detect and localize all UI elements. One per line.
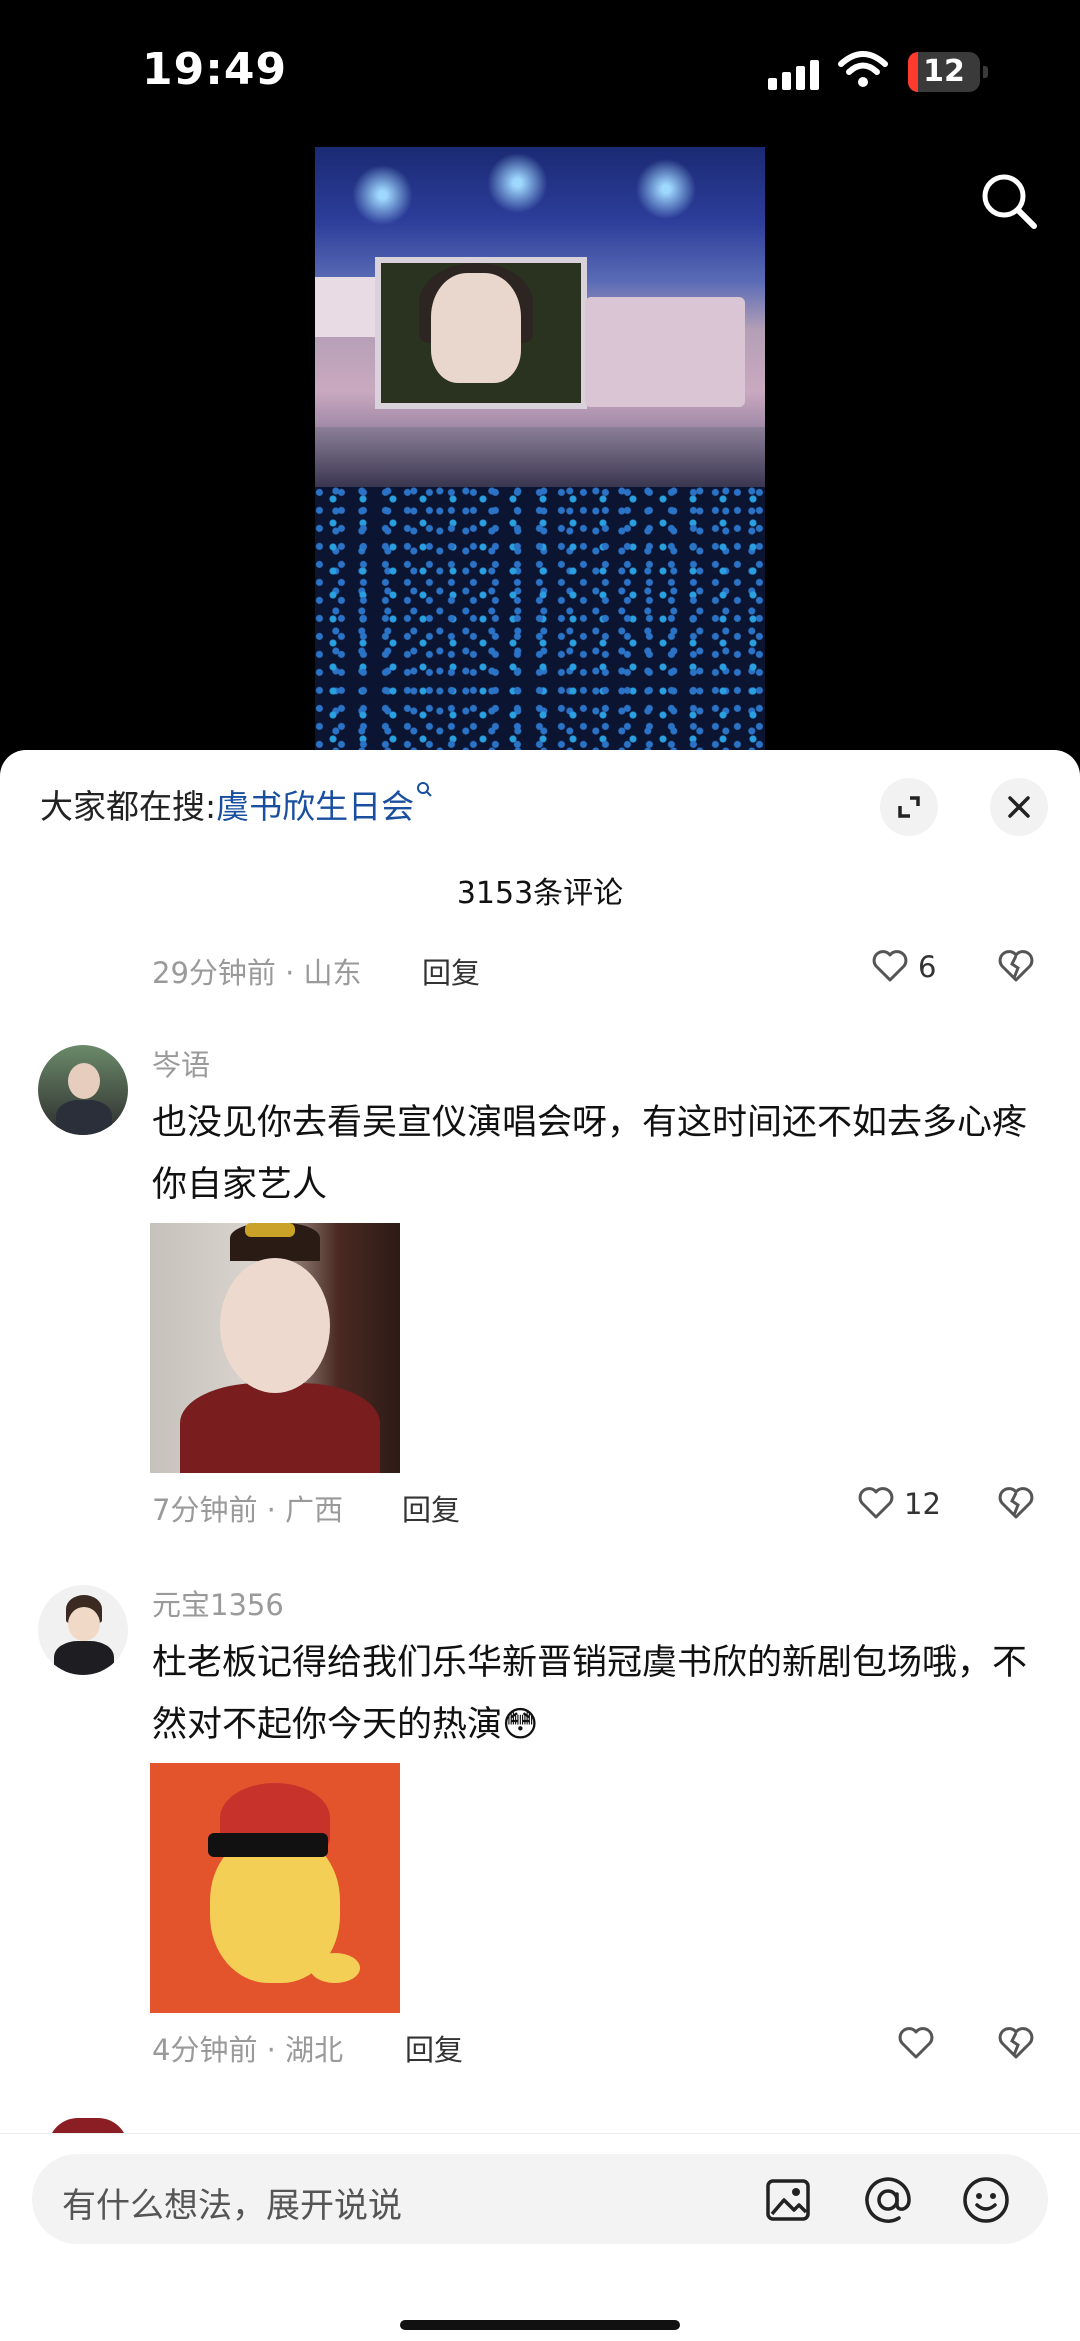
trending-search-prefix: 大家都在搜: — [40, 787, 217, 826]
heart-icon[interactable] — [896, 2023, 936, 2063]
reply-button[interactable]: 回复 — [422, 950, 480, 992]
emoji-icon[interactable] — [960, 2174, 1012, 2226]
comment-text: 也没见你去看吴宣仪演唱会呀，有这时间还不如去多心疼你自家艺人 — [152, 1103, 1028, 1205]
comment-meta: 4分钟前 · 湖北 — [152, 2033, 344, 2067]
heart-icon[interactable] — [856, 1483, 896, 1523]
broken-heart-icon[interactable] — [996, 1483, 1036, 1523]
comment-meta: 29分钟前 · 山东 — [152, 956, 362, 990]
expand-icon — [898, 796, 920, 818]
close-button[interactable] — [990, 778, 1048, 836]
battery-level: 12 — [923, 54, 965, 89]
cellular-signal-icon — [768, 60, 819, 90]
heart-icon[interactable] — [870, 946, 910, 986]
like-count: 6 — [918, 950, 937, 984]
small-search-icon — [417, 782, 432, 797]
reply-button[interactable]: 回复 — [405, 2027, 463, 2069]
trending-search-keyword[interactable]: 虞书欣生日会 — [216, 787, 414, 826]
stage-screen — [375, 257, 587, 409]
comment-text: 杜老板记得给我们乐华新晋销冠虞书欣的新剧包场哦，不然对不起你今天的热演😳 — [152, 1643, 1028, 1745]
comment-meta: 7分钟前 · 广西 — [152, 1493, 344, 1527]
like-count: 12 — [904, 1487, 941, 1521]
status-time: 19:49 — [142, 44, 288, 95]
comment-composer: 有什么想法，展开说说 — [0, 2133, 1080, 2341]
status-bar: 19:49 12 — [0, 0, 1080, 140]
battery-indicator: 12 — [908, 52, 988, 92]
avatar[interactable] — [38, 1045, 128, 1135]
avatar[interactable] — [38, 1585, 128, 1675]
video-player[interactable] — [315, 147, 765, 757]
reply-button[interactable]: 回复 — [402, 1487, 460, 1529]
broken-heart-icon[interactable] — [996, 946, 1036, 986]
comment-input[interactable]: 有什么想法，展开说说 — [32, 2154, 1048, 2244]
close-icon — [1008, 796, 1030, 818]
broken-heart-icon[interactable] — [996, 2023, 1036, 2063]
at-icon[interactable] — [862, 2174, 914, 2226]
trending-search[interactable]: 大家都在搜:虞书欣生日会 — [40, 780, 434, 828]
wifi-icon — [838, 51, 888, 87]
search-icon[interactable] — [978, 170, 1040, 232]
comment-image[interactable] — [150, 1763, 400, 2013]
expand-button[interactable] — [880, 778, 938, 836]
image-icon[interactable] — [764, 2176, 812, 2224]
home-indicator — [400, 2320, 680, 2330]
username[interactable]: 岑语 — [152, 1042, 210, 1084]
comment-image[interactable] — [150, 1223, 400, 1473]
comment-input-placeholder: 有什么想法，展开说说 — [62, 2186, 402, 2226]
comment-sheet: 大家都在搜:虞书欣生日会 3153条评论 29分钟前 · 山东 回复 6 岑语 … — [0, 750, 1080, 2340]
comment-count: 3153条评论 — [456, 876, 624, 911]
username[interactable]: 元宝1356 — [152, 1582, 284, 1624]
